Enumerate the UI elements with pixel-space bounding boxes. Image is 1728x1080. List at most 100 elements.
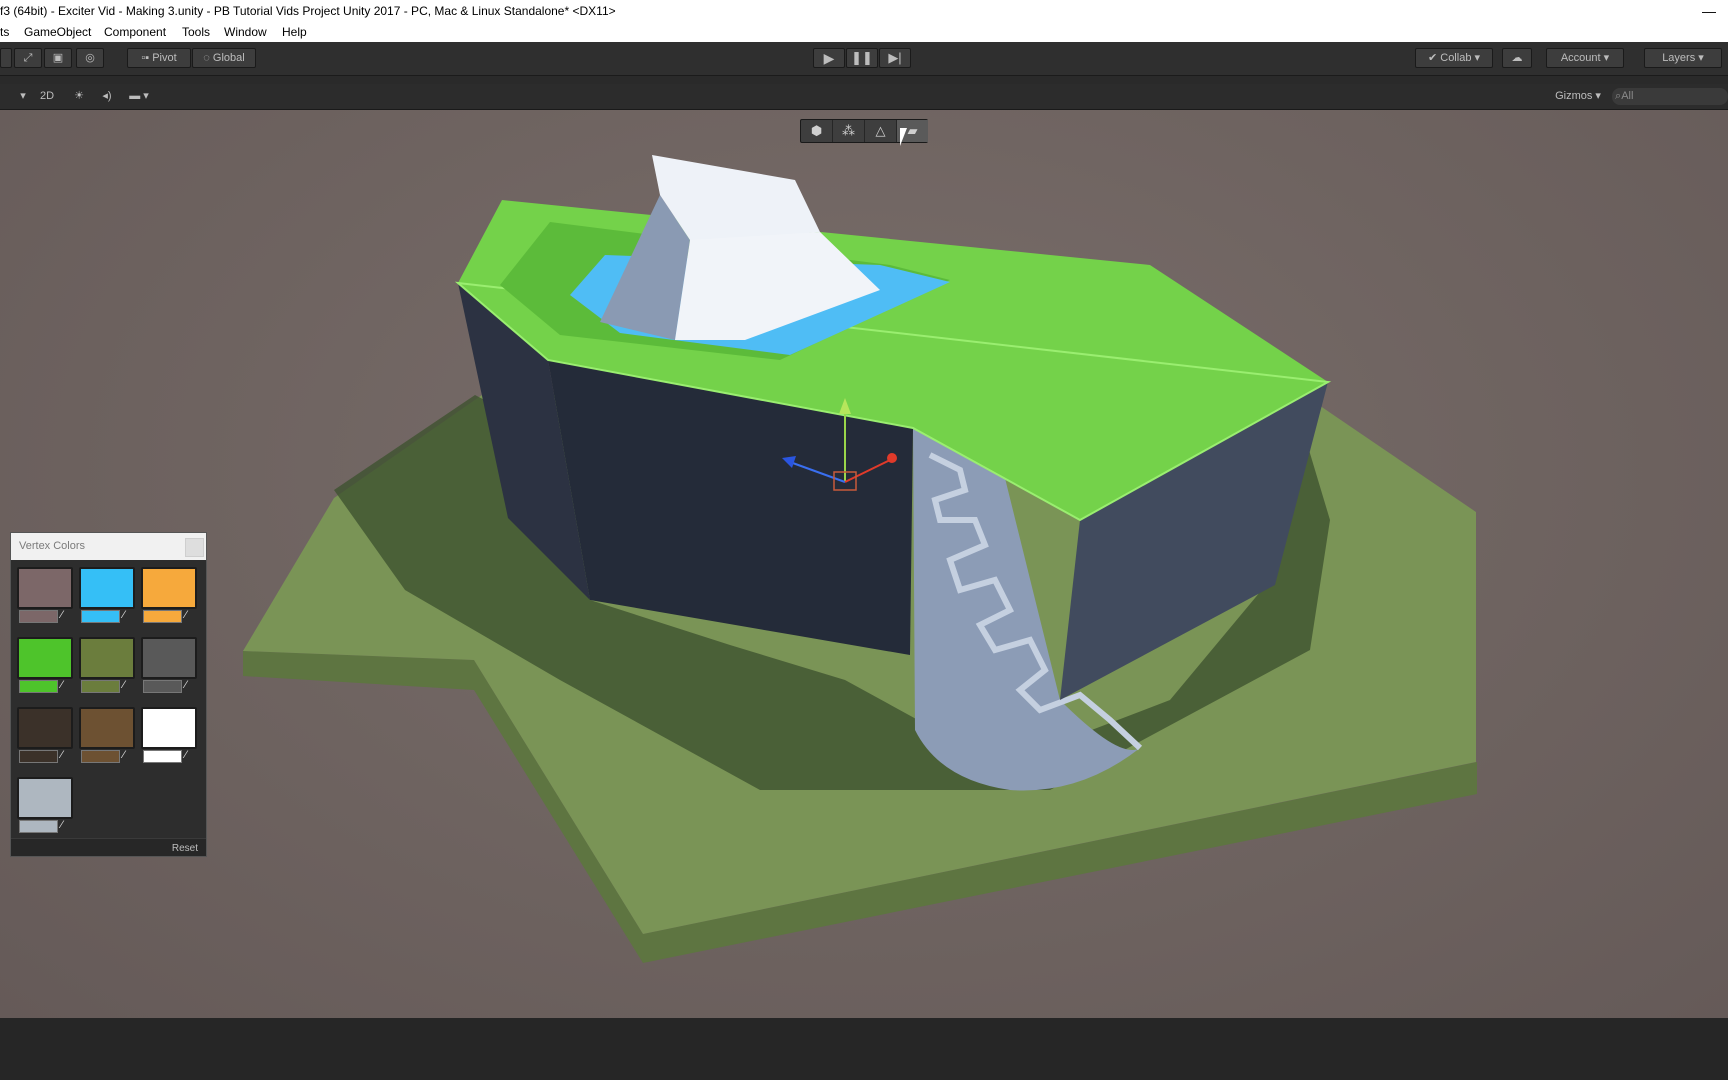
eyedropper-icon[interactable]: ⁄ (185, 679, 197, 691)
gizmos-dropdown[interactable]: Gizmos ▾ (1550, 88, 1606, 105)
play-button[interactable]: ▶ (813, 48, 845, 68)
chevron-down-icon: ▾ (1603, 52, 1610, 64)
draw-mode-dropdown[interactable]: ▾ (18, 88, 28, 105)
global-button[interactable]: ◌ Global (192, 48, 256, 68)
menu-item-window[interactable]: Window (224, 22, 267, 42)
menu-item-component[interactable]: Component (104, 22, 166, 42)
check-icon: ✔ (1427, 52, 1438, 64)
audio-icon[interactable]: ◂) (96, 88, 118, 105)
color-bar (81, 680, 120, 693)
color-bar (81, 610, 120, 623)
search-placeholder: All (1621, 90, 1634, 102)
color-swatch[interactable] (141, 567, 197, 609)
play-icon: ▶ (823, 50, 835, 66)
close-icon[interactable] (185, 538, 204, 557)
collab-button[interactable]: ✔ Collab ▾ (1415, 48, 1493, 68)
probuilder-mode-toolbar: ⬢ ⁂ △ ▰ (800, 119, 928, 143)
color-bar (19, 680, 58, 693)
minimize-icon[interactable]: — (1702, 0, 1716, 22)
gizmo-x-arrow (887, 453, 897, 463)
collab-label: Collab (1440, 52, 1472, 64)
cloud-button[interactable]: ☁ (1502, 48, 1532, 68)
pivot-label: Pivot (152, 52, 177, 64)
color-swatch[interactable] (17, 567, 73, 609)
search-icon: ⌕ (1612, 90, 1622, 102)
layers-button[interactable]: Layers ▾ (1644, 48, 1722, 68)
color-swatch[interactable] (17, 637, 73, 679)
chevron-down-icon: ▾ (1698, 52, 1704, 64)
vertex-colors-title: Vertex Colors (19, 540, 86, 552)
scene-search-input[interactable]: ⌕All (1612, 88, 1728, 105)
eyedropper-icon[interactable]: ⁄ (61, 819, 73, 831)
eyedropper-icon[interactable]: ⁄ (123, 679, 135, 691)
swatch-cell: ⁄ (141, 637, 197, 697)
menu-item-assets[interactable]: ts (0, 22, 9, 42)
color-bar (81, 750, 120, 763)
eyedropper-icon[interactable]: ⁄ (185, 749, 197, 761)
color-bar (19, 610, 58, 623)
cloud-icon: ☁ (1511, 52, 1523, 64)
menu-item-help[interactable]: Help (282, 22, 307, 42)
account-button[interactable]: Account ▾ (1546, 48, 1624, 68)
chevron-down-icon: ▾ (20, 90, 26, 102)
color-swatch[interactable] (79, 707, 135, 749)
swatch-cell: ⁄ (79, 637, 135, 697)
color-swatch[interactable] (141, 637, 197, 679)
toolbar-gap (0, 76, 1728, 84)
layers-label: Layers (1662, 52, 1696, 64)
color-bar (143, 610, 182, 623)
color-swatch[interactable] (17, 707, 73, 749)
scene-viewport[interactable] (0, 110, 1728, 1018)
rect-tool-icon[interactable]: ▣ (44, 48, 72, 68)
color-swatch[interactable] (141, 707, 197, 749)
menu-item-tools[interactable]: Tools (182, 22, 210, 42)
lighting-icon[interactable]: ☀ (68, 88, 90, 105)
pause-icon: ❚❚ (851, 50, 873, 65)
eyedropper-icon[interactable]: ⁄ (123, 609, 135, 621)
eyedropper-icon[interactable]: ⁄ (123, 749, 135, 761)
reset-button[interactable]: Reset (172, 843, 198, 854)
color-bar (19, 820, 58, 833)
scene-view-toolbar: ▾ 2D ☀ ◂) ▬ ▾ Gizmos ▾ ⌕All (0, 84, 1728, 110)
menu-bar: ts GameObject Component Tools Window Hel… (0, 22, 1728, 42)
vertex-colors-panel: Vertex Colors ⁄ ⁄ ⁄ ⁄ ⁄ ⁄ ⁄ ⁄ ⁄ ⁄ Reset (10, 532, 207, 857)
scale-tool-icon[interactable]: ⤢ (14, 48, 42, 68)
step-button[interactable]: ▶| (879, 48, 911, 68)
swatch-cell: ⁄ (79, 567, 135, 627)
move-tool-button[interactable] (0, 48, 12, 68)
vertex-colors-titlebar: Vertex Colors (11, 533, 206, 560)
color-bar (143, 680, 182, 693)
color-bar (143, 750, 182, 763)
pivot-button[interactable]: ▫▪ Pivot (127, 48, 191, 68)
eyedropper-icon[interactable]: ⁄ (185, 609, 197, 621)
effects-dropdown[interactable]: ▬ ▾ (122, 88, 156, 105)
color-swatch[interactable] (79, 637, 135, 679)
global-icon: ◌ (203, 52, 213, 64)
chevron-down-icon: ▾ (1474, 52, 1481, 64)
mode-2d-toggle[interactable]: 2D (36, 88, 58, 105)
pause-button[interactable]: ❚❚ (846, 48, 878, 68)
edge-mode-icon[interactable]: △ (865, 120, 897, 142)
window-title: f3 (64bit) - Exciter Vid - Making 3.unit… (0, 4, 616, 18)
swatch-cell: ⁄ (17, 707, 73, 767)
eyedropper-icon[interactable]: ⁄ (61, 749, 73, 761)
eyedropper-icon[interactable]: ⁄ (61, 679, 73, 691)
swatch-cell: ⁄ (141, 567, 197, 627)
swatch-cell: ⁄ (17, 777, 73, 837)
transform-tool-icon[interactable]: ◎ (76, 48, 104, 68)
swatch-cell: ⁄ (141, 707, 197, 767)
mouse-cursor-icon (900, 128, 907, 146)
color-bar (19, 750, 58, 763)
scene-render (243, 155, 1477, 963)
eyedropper-icon[interactable]: ⁄ (61, 609, 73, 621)
main-toolbar: ⤢ ▣ ◎ ▫▪ Pivot ◌ Global ▶ ❚❚ ▶| ✔ Collab… (0, 42, 1728, 76)
pivot-icon: ▫▪ (141, 52, 153, 64)
bottom-bar (0, 1018, 1728, 1080)
color-swatch[interactable] (17, 777, 73, 819)
vertex-mode-icon[interactable]: ⁂ (833, 120, 865, 142)
gizmos-label: Gizmos (1555, 90, 1593, 102)
global-label: Global (212, 52, 245, 64)
menu-item-gameobject[interactable]: GameObject (24, 22, 91, 42)
color-swatch[interactable] (79, 567, 135, 609)
object-mode-icon[interactable]: ⬢ (801, 120, 833, 142)
